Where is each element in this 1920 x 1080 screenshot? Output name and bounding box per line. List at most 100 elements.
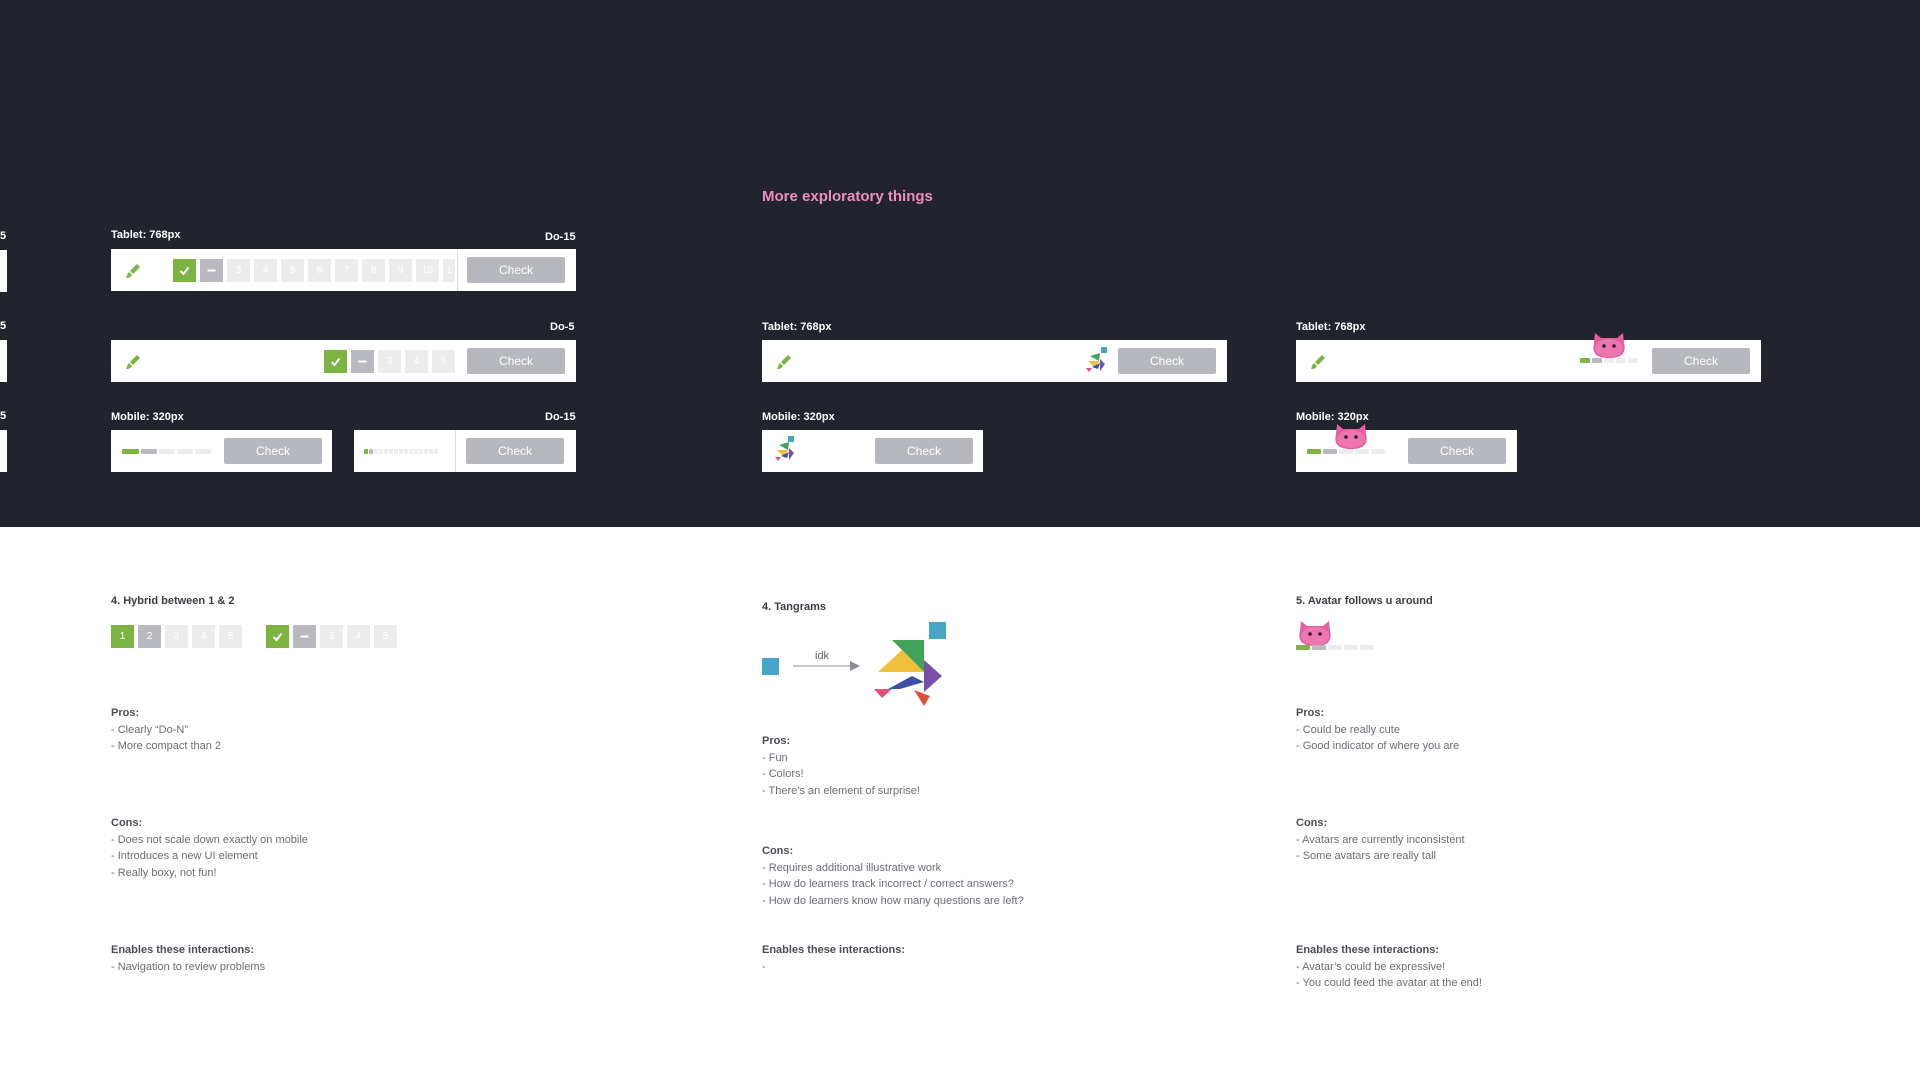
square-pending[interactable]: 3 <box>165 625 188 648</box>
square-pending[interactable]: 7 <box>335 259 358 282</box>
square-pending[interactable]: 3 <box>320 625 343 648</box>
square-correct[interactable] <box>173 259 196 282</box>
concept-title: 5. Avatar follows u around <box>1296 595 1433 607</box>
avatar-icon <box>1593 333 1625 358</box>
cons-list: Cons: - Does not scale down exactly on m… <box>111 815 308 881</box>
tablet-progress-bar-do5: 3 4 5 Check <box>111 340 576 382</box>
pros-item: - Colors! <box>762 768 804 780</box>
square-pending[interactable]: 4 <box>254 259 277 282</box>
check-button[interactable]: Check <box>467 348 565 374</box>
cons-item: - Requires additional illustrative work <box>762 861 942 874</box>
do-count-tag: Do-15 <box>545 231 576 243</box>
divider <box>455 430 456 472</box>
square-skipped[interactable] <box>351 350 374 373</box>
square-current[interactable]: 1 <box>111 625 134 648</box>
pros-label: Pros: <box>762 735 791 747</box>
progress-segment-correct <box>122 449 139 454</box>
pros-item: - Fun <box>762 751 788 764</box>
edge-label: 5 <box>0 320 7 332</box>
square-skipped[interactable] <box>200 259 223 282</box>
pros-item: - Could be really cute <box>1296 723 1400 736</box>
check-button[interactable]: Check <box>1118 348 1216 374</box>
check-button[interactable]: Check <box>467 257 565 283</box>
square-next[interactable]: 2 <box>138 625 161 648</box>
progress-segment-pending <box>1371 449 1385 454</box>
cons-list: Cons: - Requires additional illustrative… <box>762 843 1024 909</box>
do-count-tag: Do-15 <box>545 411 576 423</box>
check-button[interactable]: Check <box>224 438 322 464</box>
progress-segment-correct <box>1307 449 1321 454</box>
progress-segment-pending <box>1344 645 1358 650</box>
square-pending[interactable]: 5 <box>281 259 304 282</box>
square-skipped[interactable] <box>293 625 316 648</box>
enables-item: - Avatar’s could be expressive! <box>1296 960 1446 973</box>
tangram-runner-illustration <box>874 622 946 706</box>
cons-list: Cons: - Avatars are currently inconsiste… <box>1296 815 1465 865</box>
square-pending[interactable]: 10 <box>416 259 439 282</box>
pros-item: - Clearly “Do-N” <box>111 723 188 736</box>
progress-segment-pending <box>1360 645 1374 650</box>
square-pending[interactable]: 4 <box>192 625 215 648</box>
cons-item: - Some avatars are really tall <box>1296 850 1436 862</box>
dash-icon <box>300 635 309 638</box>
square-pending[interactable]: 4 <box>405 350 428 373</box>
checkmark-icon <box>272 632 283 642</box>
mobile-tangram-bar: Check <box>762 430 983 472</box>
enables-item: - You could feed the avatar at the end! <box>1296 977 1482 989</box>
tablet-tangram-bar: Check <box>762 340 1227 382</box>
progress-segment-pending <box>1628 358 1638 363</box>
checkmark-icon <box>179 266 190 276</box>
breakpoint-label: Tablet: 768px <box>762 321 832 333</box>
enables-item: - Navigation to review problems <box>111 960 266 973</box>
breakpoint-label: Mobile: 320px <box>111 411 184 423</box>
progress-segment-pending <box>195 449 211 454</box>
square-pending[interactable]: 1 <box>443 259 455 282</box>
breakpoint-label: Tablet: 768px <box>111 229 181 241</box>
pros-list: Pros: - Fun - Colors! - There’s an eleme… <box>762 733 920 799</box>
tangram-runner-icon <box>775 436 794 461</box>
progress-segment-pending <box>177 449 193 454</box>
tablet-progress-bar-do15: 3 4 5 6 7 8 9 10 1 Check <box>111 249 576 291</box>
pros-list: Pros: - Clearly “Do-N” - More compact th… <box>111 705 221 755</box>
pros-item: - Good indicator of where you are <box>1296 740 1460 752</box>
square-correct[interactable] <box>324 350 347 373</box>
enables-label: Enables these interactions: <box>111 944 255 956</box>
pros-item: - There’s an element of surprise! <box>762 784 920 797</box>
square-pending[interactable]: 8 <box>362 259 385 282</box>
square-pending[interactable]: 6 <box>308 259 331 282</box>
enables-label: Enables these interactions: <box>762 944 906 956</box>
check-button[interactable]: Check <box>875 438 973 464</box>
enables-label: Enables these interactions: <box>1296 944 1440 956</box>
tangram-square-piece <box>762 658 779 675</box>
section-title: More exploratory things <box>762 188 933 205</box>
square-pending[interactable]: 5 <box>432 350 455 373</box>
brush-icon <box>777 355 791 369</box>
check-button[interactable]: Check <box>1408 438 1506 464</box>
progress-segment-pending <box>434 449 438 454</box>
brush-icon <box>126 355 140 369</box>
edge-label: 5 <box>0 230 7 242</box>
pros-list: Pros: - Could be really cute - Good indi… <box>1296 705 1459 755</box>
square-pending[interactable]: 4 <box>347 625 370 648</box>
square-pending[interactable]: 5 <box>374 625 397 648</box>
check-button[interactable]: Check <box>1652 348 1750 374</box>
square-pending[interactable]: 3 <box>378 350 401 373</box>
cons-item: - Does not scale down exactly on mobile <box>111 833 308 846</box>
square-pending[interactable]: 5 <box>219 625 242 648</box>
mobile-avatar-bar: Check <box>1296 430 1517 472</box>
breakpoint-label: Mobile: 320px <box>762 411 835 423</box>
progress-segment-pending <box>389 449 393 454</box>
mobile-progress-bar-do15: Check <box>354 430 576 472</box>
checkmark-icon <box>330 357 341 367</box>
square-pending[interactable]: 3 <box>227 259 250 282</box>
square-pending[interactable]: 9 <box>389 259 412 282</box>
check-button[interactable]: Check <box>466 438 564 464</box>
avatar-icon <box>1299 621 1331 646</box>
square-correct[interactable] <box>266 625 289 648</box>
enables-list: Enables these interactions: - Avatar’s c… <box>1296 942 1482 992</box>
edge-label: 5 <box>0 410 7 422</box>
cons-label: Cons: <box>111 817 143 829</box>
progress-segment-pending <box>409 449 413 454</box>
progress-segment-pending <box>424 449 428 454</box>
progress-segment-skipped <box>141 449 157 454</box>
